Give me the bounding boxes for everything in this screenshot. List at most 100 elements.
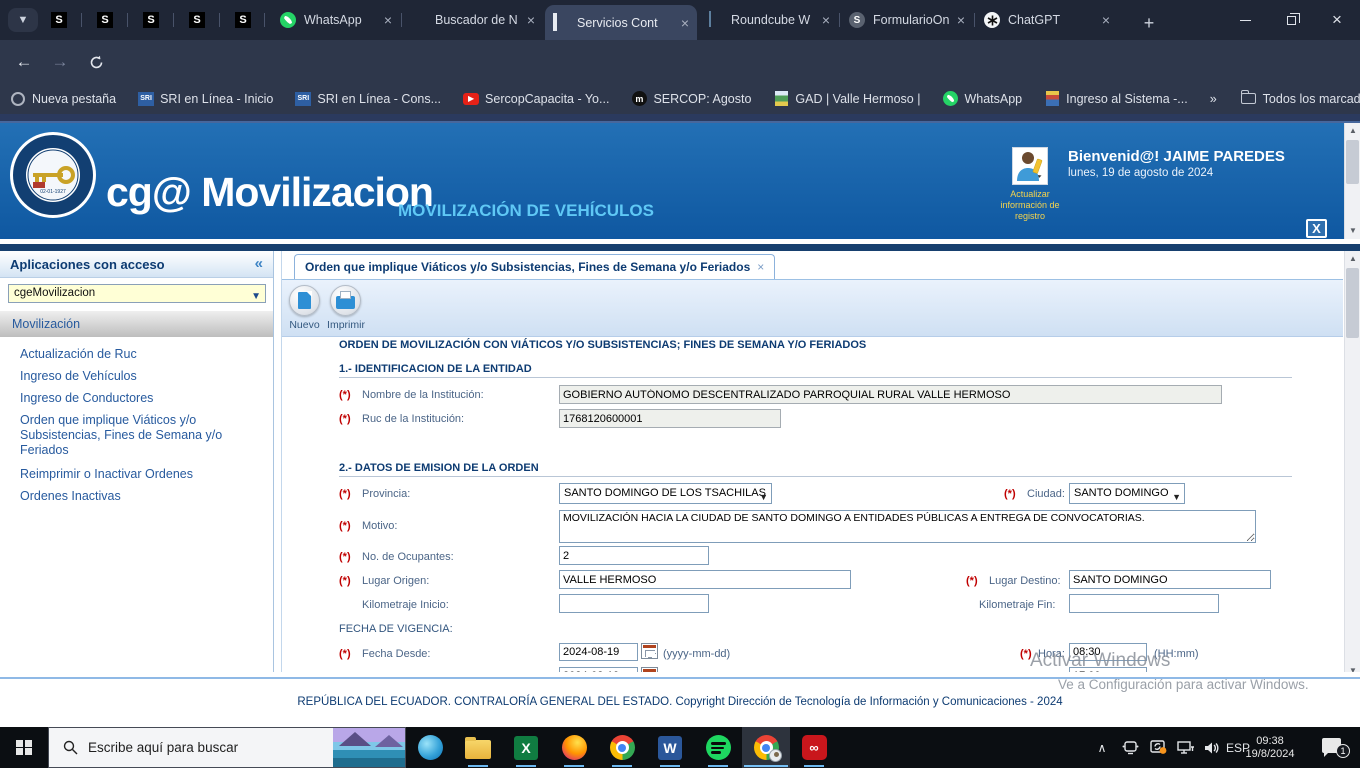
tray-expand-chevron[interactable]: ∧ — [1088, 727, 1116, 768]
scrollbar-thumb[interactable] — [1346, 140, 1359, 184]
scrollbar-thumb[interactable] — [1346, 268, 1359, 338]
bookmark-gad-valle-hermoso[interactable]: GAD | Valle Hermoso | — [773, 91, 920, 107]
fecha-desde-input[interactable] — [559, 643, 638, 661]
sidebar-item-ingreso-vehiculos[interactable]: Ingreso de Vehículos — [20, 369, 260, 384]
module-tab[interactable]: Orden que implique Viáticos y/o Subsiste… — [294, 254, 776, 279]
ciudad-select[interactable]: SANTO DOMINGO ▼ — [1069, 483, 1185, 504]
header-scrollbar[interactable]: ▲ ▼ — [1344, 123, 1360, 239]
pinned-tab[interactable]: S — [97, 12, 113, 28]
sidebar-item-orden-viaticos[interactable]: Orden que implique Viáticos y/o Subsiste… — [20, 413, 260, 458]
bookmark-sri-inicio[interactable]: SRI SRI en Línea - Inicio — [138, 91, 273, 107]
window-close-button[interactable]: × — [1314, 0, 1360, 40]
taskbar-chrome-profile-active[interactable] — [742, 727, 790, 768]
notification-center-button[interactable]: 1 — [1312, 727, 1356, 768]
minimize-icon — [1239, 19, 1251, 21]
taskbar-clock[interactable]: 09:38 19/8/2024 — [1238, 727, 1302, 768]
close-icon[interactable]: × — [822, 13, 830, 27]
reload-button[interactable] — [82, 48, 110, 76]
sidebar-collapse-icon[interactable]: « — [255, 255, 263, 272]
browser-tab-strip: ▼ S S S S S WhatsApp × Buscador de N × S… — [0, 0, 1360, 40]
notification-badge: 1 — [1336, 744, 1350, 758]
close-icon[interactable]: × — [384, 13, 392, 27]
avatar-caption[interactable]: Actualizar información de registro — [990, 189, 1070, 222]
taskbar-firefox[interactable] — [550, 727, 598, 768]
km-fin-input[interactable] — [1069, 594, 1219, 613]
km-inicio-input[interactable] — [559, 594, 709, 613]
pinned-tab[interactable]: S — [189, 12, 205, 28]
calendar-icon[interactable] — [641, 643, 658, 659]
sidebar-item-ingreso-conductores[interactable]: Ingreso de Conductores — [20, 391, 260, 406]
start-button[interactable] — [0, 727, 48, 768]
tab-search-button[interactable]: ▼ — [8, 8, 38, 32]
tab-formulario[interactable]: S FormularioOn × — [841, 0, 973, 40]
roundcube-icon — [709, 11, 711, 27]
content-scrollbar[interactable]: ▲ ▼ — [1344, 251, 1360, 679]
taskbar-file-explorer[interactable] — [454, 727, 502, 768]
bookmark-ingreso-sistema[interactable]: Ingreso al Sistema -... — [1044, 91, 1188, 107]
tab-whatsapp[interactable]: WhatsApp × — [272, 0, 400, 40]
new-button[interactable] — [289, 285, 320, 316]
scroll-down-icon[interactable]: ▼ — [1345, 223, 1360, 239]
motivo-textarea[interactable]: MOVILIZACIÓN HACIA LA CIUDAD DE SANTO DO… — [559, 510, 1256, 543]
close-icon[interactable]: × — [681, 16, 689, 30]
ruc-institucion-input[interactable] — [559, 409, 781, 428]
ocupantes-label: No. de Ocupantes: — [362, 551, 454, 563]
taskbar-spotify[interactable] — [694, 727, 742, 768]
profile-avatar[interactable] — [1012, 147, 1048, 185]
pinned-tab[interactable]: S — [143, 12, 159, 28]
bookmark-sercopcapacita[interactable]: ▶ SercopCapacita - Yo... — [463, 91, 609, 107]
bookmark-sercop-agosto[interactable]: m SERCOP: Agosto — [631, 91, 751, 107]
taskbar-chrome[interactable] — [598, 727, 646, 768]
taskbar-excel[interactable]: X — [502, 727, 550, 768]
new-tab-button[interactable]: + — [1136, 10, 1162, 36]
sidebar-title: Aplicaciones con acceso — [10, 257, 165, 272]
taskbar-word[interactable]: W — [646, 727, 694, 768]
tab-servicios-active[interactable]: Servicios Cont × — [545, 5, 697, 40]
close-icon[interactable]: × — [1102, 13, 1110, 27]
tab-buscador[interactable]: Buscador de N × — [403, 0, 543, 40]
taskbar-edge[interactable] — [406, 727, 454, 768]
application-select[interactable]: cgeMovilizacion ▼ — [8, 284, 266, 303]
tab-roundcube[interactable]: Roundcube W × — [699, 0, 838, 40]
provincia-label: Provincia: — [362, 488, 411, 500]
pinned-tab[interactable]: S — [51, 12, 67, 28]
scroll-up-icon[interactable]: ▲ — [1345, 251, 1360, 267]
print-button[interactable] — [330, 285, 361, 316]
nombre-institucion-label: Nombre de la Institución: — [362, 389, 484, 401]
forward-button[interactable]: → — [46, 48, 74, 76]
app-close-button[interactable]: X — [1306, 219, 1327, 238]
sidebar-item-reimprimir-inactivar[interactable]: Reimprimir o Inactivar Ordenes — [20, 467, 260, 482]
back-button[interactable]: ← — [10, 48, 38, 76]
close-icon[interactable]: × — [957, 13, 965, 27]
bookmark-whatsapp[interactable]: WhatsApp — [942, 91, 1022, 107]
sidebar-item-ordenes-inactivas[interactable]: Ordenes Inactivas — [20, 489, 260, 504]
search-highlight-art[interactable] — [333, 728, 405, 767]
tray-volume-icon[interactable] — [1200, 727, 1224, 768]
pinned-tab[interactable]: S — [235, 12, 251, 28]
lugar-destino-input[interactable] — [1069, 570, 1271, 589]
sidebar-item-actualizacion-ruc[interactable]: Actualización de Ruc — [20, 347, 260, 362]
bookmark-nueva-pestana[interactable]: Nueva pestaña — [10, 91, 116, 107]
nombre-institucion-input[interactable] — [559, 385, 1222, 404]
all-bookmarks-button[interactable]: Todos los marcadores — [1241, 90, 1360, 107]
close-icon[interactable]: × — [757, 260, 764, 274]
tray-network-icon[interactable] — [1172, 727, 1200, 768]
provincia-select[interactable]: SANTO DOMINGO DE LOS TSACHILAS ▼ — [559, 483, 772, 504]
vigencia-label: FECHA DE VIGENCIA: — [339, 623, 453, 635]
taskbar-search[interactable] — [48, 727, 406, 768]
ocupantes-input[interactable] — [559, 546, 709, 565]
tray-device-icon[interactable] — [1116, 727, 1144, 768]
bookmarks-overflow[interactable]: » — [1210, 92, 1217, 106]
taskbar-acrobat[interactable]: ∞ — [790, 727, 838, 768]
bookmark-sri-consultas[interactable]: SRI SRI en Línea - Cons... — [295, 91, 441, 107]
window-minimize-button[interactable] — [1222, 0, 1268, 40]
scroll-up-icon[interactable]: ▲ — [1345, 123, 1360, 139]
tray-sync-icon[interactable] — [1144, 727, 1172, 768]
svg-text:02-01-1927: 02-01-1927 — [40, 189, 66, 195]
window-restore-button[interactable] — [1268, 0, 1314, 40]
tab-chatgpt[interactable]: ChatGPT × — [976, 0, 1118, 40]
lugar-origen-input[interactable] — [559, 570, 851, 589]
cge-logo: 02-01-1927 — [10, 132, 96, 218]
close-icon[interactable]: × — [527, 13, 535, 27]
search-input[interactable] — [88, 740, 308, 755]
